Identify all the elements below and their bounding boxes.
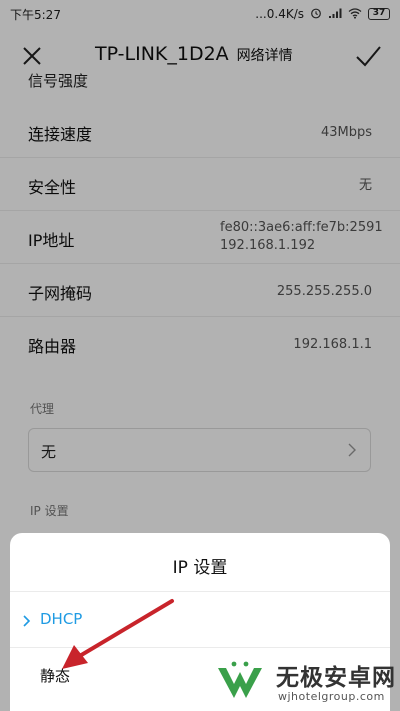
watermark-url: wjhotelgroup.com: [278, 690, 385, 703]
chevron-right-icon: [22, 613, 32, 627]
android-logo-icon: [218, 661, 262, 698]
watermark: 无极安卓网 wjhotelgroup.com: [210, 652, 400, 708]
watermark-brand: 无极安卓网: [276, 665, 396, 691]
annotation-arrow-icon: [62, 599, 174, 669]
sheet-title: IP 设置: [172, 558, 228, 578]
